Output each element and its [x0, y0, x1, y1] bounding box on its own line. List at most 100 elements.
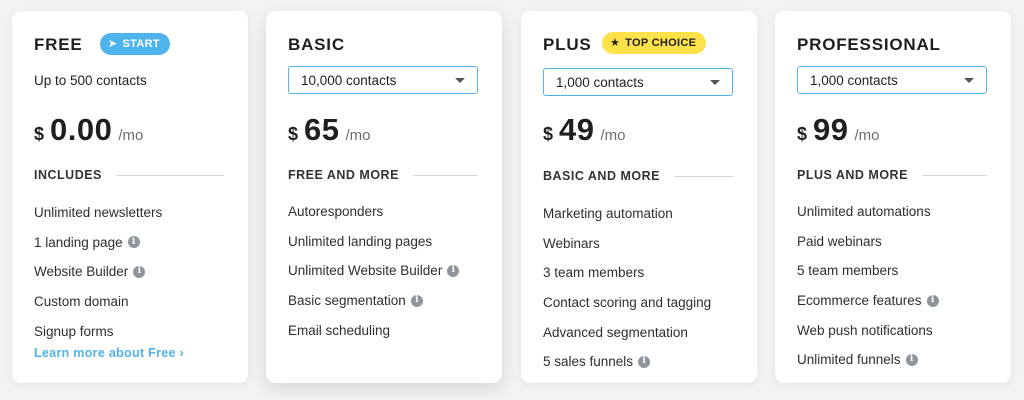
plan-card-free: FREE ➤ START Up to 500 contacts $ 0.00 /… — [12, 11, 248, 383]
divider — [412, 174, 478, 176]
feature-item: Unlimited funnels i — [797, 345, 939, 375]
rocket-icon: ➤ — [108, 37, 118, 50]
feature-item: Contact scoring and tagging — [543, 288, 711, 318]
feature-label: 5 team members — [797, 263, 899, 279]
currency-symbol: $ — [34, 124, 45, 144]
info-icon[interactable]: i — [133, 265, 146, 278]
feature-label: Ecommerce features — [797, 293, 922, 309]
currency-symbol: $ — [288, 124, 299, 144]
feature-label: Web push notifications — [797, 322, 933, 338]
section-label: BASIC AND MORE — [543, 169, 660, 183]
section-label: PLUS AND MORE — [797, 168, 908, 182]
feature-item: Ecommerce features i — [797, 286, 939, 316]
feature-label: Marketing automation — [543, 206, 673, 222]
feature-label: Unlimited Website Builder — [288, 263, 443, 279]
contacts-select[interactable]: 10,000 contacts — [288, 66, 478, 94]
price-amount: 49 — [559, 112, 595, 147]
features-section-header: BASIC AND MORE — [543, 169, 733, 183]
price-amount: 0.00 — [50, 112, 113, 147]
price-amount: 65 — [304, 112, 340, 147]
info-icon[interactable]: i — [410, 294, 423, 307]
info-icon[interactable]: i — [127, 236, 140, 249]
feature-list: Unlimited newsletters 1 landing page i Webs… — [34, 198, 162, 346]
feature-label: Unlimited newsletters — [34, 205, 163, 221]
feature-item: Custom domain — [34, 287, 162, 317]
feature-item: Advanced segmentation — [543, 317, 711, 347]
divider — [673, 175, 733, 177]
feature-label: Basic segmentation — [288, 293, 406, 309]
star-icon: ★ — [610, 36, 621, 49]
learn-more-link[interactable]: Learn more about Free › — [34, 346, 184, 360]
feature-label: Autoresponders — [288, 204, 384, 220]
contacts-select[interactable]: 1,000 contacts — [797, 66, 987, 94]
divider — [115, 174, 224, 176]
feature-item: Email scheduling — [288, 315, 459, 345]
feature-label: 3 team members — [543, 265, 645, 281]
feature-item: Marketing automation — [543, 199, 711, 229]
feature-item: Unlimited Website Builder i — [288, 256, 460, 286]
feature-label: Website Builder — [34, 264, 129, 280]
plan-title: PROFESSIONAL — [797, 35, 941, 54]
features-section-header: FREE AND MORE — [288, 168, 478, 182]
feature-label: Unlimited funnels — [797, 352, 901, 368]
features-section-header: PLUS AND MORE — [797, 168, 987, 182]
feature-item: 5 team members — [797, 256, 939, 286]
badge-label: TOP CHOICE — [625, 37, 697, 49]
start-badge: ➤ START — [100, 33, 170, 55]
feature-item: Webinars — [543, 229, 711, 259]
info-icon[interactable]: i — [447, 264, 460, 277]
feature-item: 5 sales funnels i — [543, 347, 711, 377]
section-label: INCLUDES — [34, 168, 102, 182]
price: $ 0.00 /mo — [34, 112, 143, 148]
top-choice-badge: ★ TOP CHOICE — [602, 32, 707, 54]
feature-label: Contact scoring and tagging — [543, 295, 712, 311]
price-period: /mo — [345, 127, 371, 144]
price: $ 65 /mo — [288, 112, 371, 148]
feature-label: Unlimited landing pages — [288, 233, 433, 249]
plan-card-basic: BASIC 10,000 contacts $ 65 /mo FREE AND … — [266, 11, 502, 383]
feature-item: 3 team members — [543, 258, 711, 288]
chevron-down-icon — [710, 79, 720, 85]
info-icon[interactable]: i — [905, 353, 918, 366]
feature-label: Custom domain — [34, 294, 129, 310]
price-amount: 99 — [813, 112, 849, 147]
section-label: FREE AND MORE — [288, 168, 399, 182]
price-period: /mo — [118, 127, 144, 144]
feature-item: Signup forms — [34, 316, 162, 346]
plan-title: BASIC — [288, 35, 345, 54]
contacts-select-value: 10,000 contacts — [301, 72, 397, 88]
plan-card-plus: PLUS ★ TOP CHOICE 1,000 contacts $ 49 /m… — [521, 11, 757, 383]
feature-item: Web push notifications — [797, 315, 939, 345]
price: $ 99 /mo — [797, 112, 880, 148]
feature-label: Paid webinars — [797, 233, 882, 249]
feature-item: 1 landing page i — [34, 228, 162, 258]
feature-item: Unlimited newsletters — [34, 198, 162, 228]
feature-label: Webinars — [543, 235, 600, 251]
feature-item: Paid webinars — [797, 227, 939, 257]
plan-title: FREE — [34, 35, 83, 54]
feature-label: Unlimited automations — [797, 204, 931, 220]
badge-label: START — [122, 38, 160, 50]
feature-item: Autoresponders — [288, 197, 459, 227]
plan-title: PLUS — [543, 35, 592, 54]
chevron-down-icon — [455, 77, 465, 83]
info-icon[interactable]: i — [638, 355, 651, 368]
contacts-select-value: 1,000 contacts — [556, 74, 644, 90]
contacts-select-value: 1,000 contacts — [810, 72, 898, 88]
feature-label: Advanced segmentation — [543, 324, 688, 340]
feature-label: 5 sales funnels — [543, 354, 634, 370]
feature-label: 1 landing page — [34, 234, 123, 250]
contacts-limit: Up to 500 contacts — [34, 73, 147, 88]
price-period: /mo — [854, 127, 880, 144]
price-period: /mo — [600, 127, 626, 144]
contacts-select[interactable]: 1,000 contacts — [543, 68, 733, 96]
price: $ 49 /mo — [543, 112, 626, 148]
feature-item: Website Builder i — [34, 257, 162, 287]
info-icon[interactable]: i — [926, 294, 939, 307]
features-section-header: INCLUDES — [34, 168, 224, 182]
feature-list: Autoresponders Unlimited landing pages Unl… — [288, 197, 460, 345]
divider — [921, 174, 987, 176]
feature-list: Unlimited automations Paid webinars 5 team… — [797, 197, 939, 375]
feature-label: Email scheduling — [288, 322, 391, 338]
chevron-down-icon — [964, 77, 974, 83]
